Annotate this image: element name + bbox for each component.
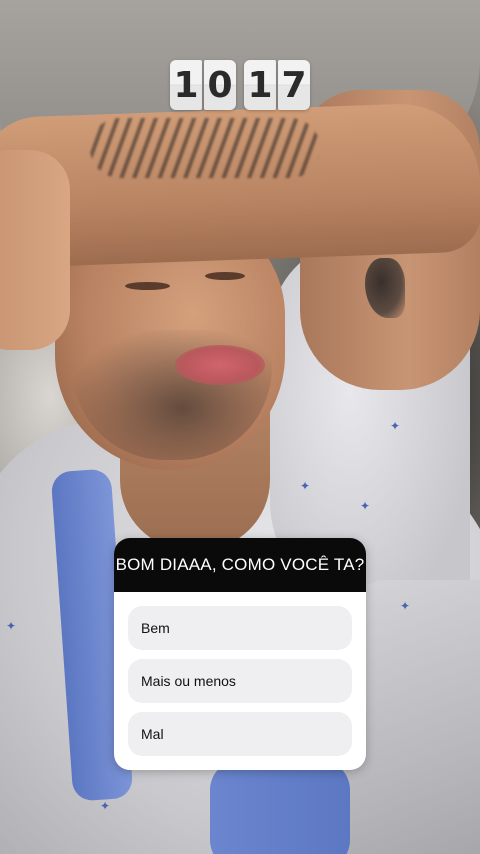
poll-option-bem[interactable]: Bem [128, 606, 352, 650]
hand [0, 150, 70, 350]
eye [205, 272, 245, 280]
clock-minutes: 1 7 [244, 60, 310, 110]
forearm-tattoo [90, 118, 320, 178]
shirt-collar [210, 760, 350, 854]
poll-option-mal[interactable]: Mal [128, 712, 352, 756]
clock-digit: 7 [278, 60, 310, 110]
shirt-pattern: ✦ [6, 619, 17, 633]
clock-digit: 0 [204, 60, 236, 110]
poll-option-mais-ou-menos[interactable]: Mais ou menos [128, 659, 352, 703]
clock-hours: 1 0 [170, 60, 236, 110]
lips [175, 345, 265, 385]
clock-digit: 1 [170, 60, 202, 110]
clock-sticker: 1 0 1 7 [0, 60, 480, 110]
eye [125, 282, 170, 290]
poll-question: BOM DIAAA, COMO VOCÊ TA? [115, 555, 365, 574]
shirt-pattern: ✦ [360, 499, 371, 513]
shirt-pattern: ✦ [400, 599, 411, 613]
poll-options: Bem Mais ou menos Mal [114, 592, 366, 770]
shirt-pattern: ✦ [390, 419, 401, 433]
poll-header: BOM DIAAA, COMO VOCÊ TA? [114, 538, 366, 592]
shirt-pattern: ✦ [300, 479, 311, 493]
poll-sticker: BOM DIAAA, COMO VOCÊ TA? Bem Mais ou men… [114, 538, 366, 770]
clock-digit: 1 [244, 60, 276, 110]
shirt-pattern: ✦ [100, 799, 111, 813]
